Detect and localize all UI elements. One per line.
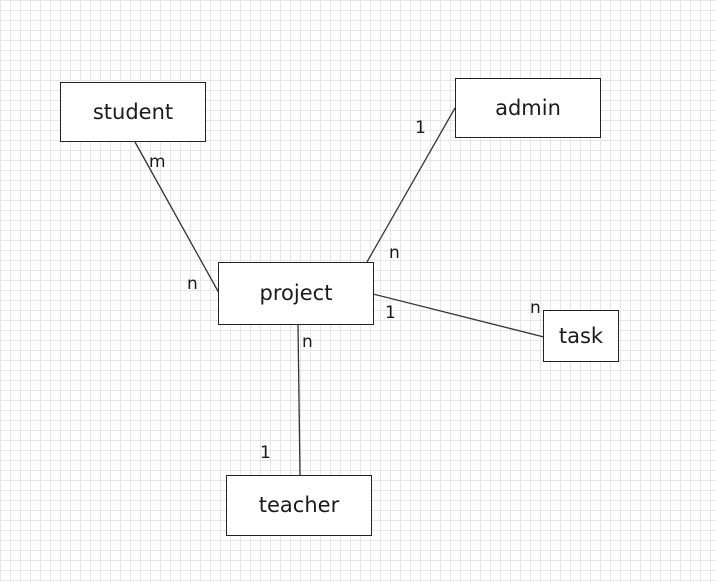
entity-admin[interactable]: admin — [455, 78, 601, 138]
entity-project[interactable]: project — [218, 262, 374, 325]
entity-task[interactable]: task — [543, 310, 619, 362]
cardinality-teacher-side: 1 — [260, 443, 271, 463]
cardinality-project-student-side: n — [187, 274, 198, 294]
cardinality-admin-side: 1 — [415, 118, 426, 138]
entity-teacher-label: teacher — [258, 493, 340, 517]
edge-admin-project — [366, 107, 456, 263]
cardinality-student-side: m — [149, 152, 166, 172]
entity-student-label: student — [92, 99, 174, 124]
entity-admin-label: admin — [495, 95, 561, 120]
entity-teacher[interactable]: teacher — [226, 475, 372, 536]
cardinality-project-task-side: 1 — [385, 303, 396, 323]
diagram-canvas: student admin project task teacher m n 1… — [0, 0, 716, 582]
cardinality-project-admin-side: n — [389, 243, 400, 263]
cardinality-task-side: n — [530, 298, 541, 318]
entity-task-label: task — [558, 323, 604, 348]
entity-project-label: project — [259, 281, 333, 305]
edge-project-task — [372, 293, 545, 338]
cardinality-project-teacher-side: n — [302, 332, 313, 352]
entity-student[interactable]: student — [60, 82, 206, 142]
edge-project-teacher — [297, 324, 301, 476]
edge-student-project — [134, 141, 220, 294]
